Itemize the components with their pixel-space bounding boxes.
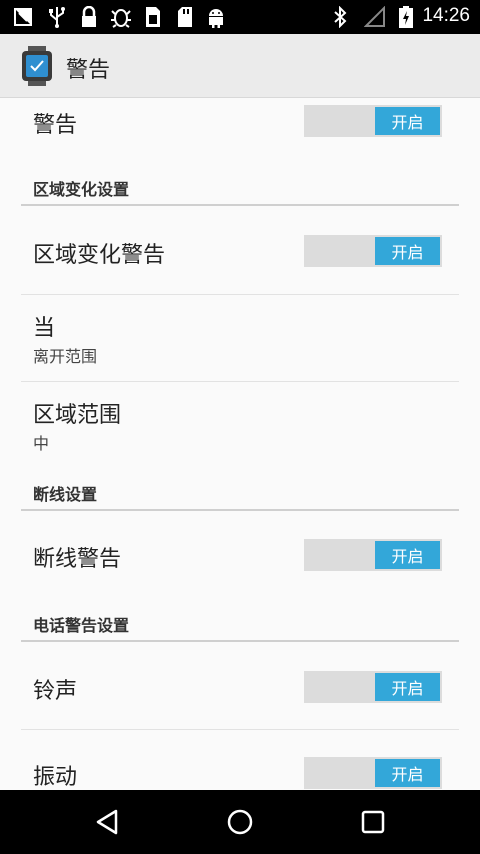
zone-range-row[interactable]: 区域范围 中 (0, 382, 480, 462)
zone-alert-title: 区域变化警告 (33, 243, 166, 268)
vibrate-toggle[interactable]: 开启 (304, 757, 442, 789)
zone-section-header: 区域变化设置 (33, 180, 130, 199)
zone-alert-row[interactable]: 区域变化警告 开启 (0, 206, 480, 294)
vibrate-toggle-label: 开启 (375, 759, 440, 787)
vibrate-row[interactable]: 振动 开启 (0, 730, 480, 790)
bug-icon (110, 6, 132, 28)
phone-section-header: 电话警告设置 (33, 616, 130, 635)
bluetooth-icon (329, 6, 351, 28)
back-icon[interactable] (87, 802, 127, 842)
zone-alert-toggle-label: 开启 (375, 237, 440, 265)
signal-icon (364, 6, 386, 28)
when-row[interactable]: 当 离开范围 (0, 295, 480, 381)
recents-icon[interactable] (353, 802, 393, 842)
disconnect-section-header: 断线设置 (33, 485, 98, 504)
status-bar: 14:26 (0, 0, 480, 34)
alert-row[interactable]: 警告 开启 (0, 98, 480, 150)
usb-icon (46, 6, 68, 28)
ringtone-toggle[interactable]: 开启 (304, 671, 442, 703)
zone-range-value: 中 (33, 434, 50, 453)
ringtone-row[interactable]: 铃声 开启 (0, 642, 480, 730)
notification-icon (12, 6, 34, 28)
alert-title: 警告 (33, 113, 78, 138)
watch-app-icon[interactable] (20, 46, 54, 86)
zone-alert-toggle[interactable]: 开启 (304, 235, 442, 267)
when-value: 离开范围 (33, 347, 98, 366)
clock-time: 14:26 (422, 5, 470, 26)
alert-toggle-label: 开启 (375, 107, 440, 135)
home-icon[interactable] (220, 802, 260, 842)
lock-icon (78, 6, 100, 28)
when-title: 当 (33, 316, 56, 341)
vibrate-title: 振动 (33, 765, 78, 790)
page-title: 警告 (66, 58, 111, 83)
disconnect-alert-toggle[interactable]: 开启 (304, 539, 442, 571)
ringtone-toggle-label: 开启 (375, 673, 440, 701)
ringtone-title: 铃声 (33, 679, 78, 704)
disconnect-alert-title: 断线警告 (33, 547, 122, 572)
settings-list[interactable]: 警告 开启 区域变化设置 区域变化警告 开启 当 离开范围 区域范围 中 断线设… (0, 98, 480, 790)
android-icon (205, 6, 227, 28)
zone-range-title: 区域范围 (33, 403, 122, 428)
alert-toggle[interactable]: 开启 (304, 105, 442, 137)
sd-card-icon (174, 6, 196, 28)
action-bar: 警告 (0, 34, 480, 98)
sim-icon (142, 6, 164, 28)
disconnect-alert-row[interactable]: 断线警告 开启 (0, 511, 480, 599)
navigation-bar (0, 790, 480, 854)
battery-charging-icon (395, 6, 417, 28)
disconnect-alert-toggle-label: 开启 (375, 541, 440, 569)
